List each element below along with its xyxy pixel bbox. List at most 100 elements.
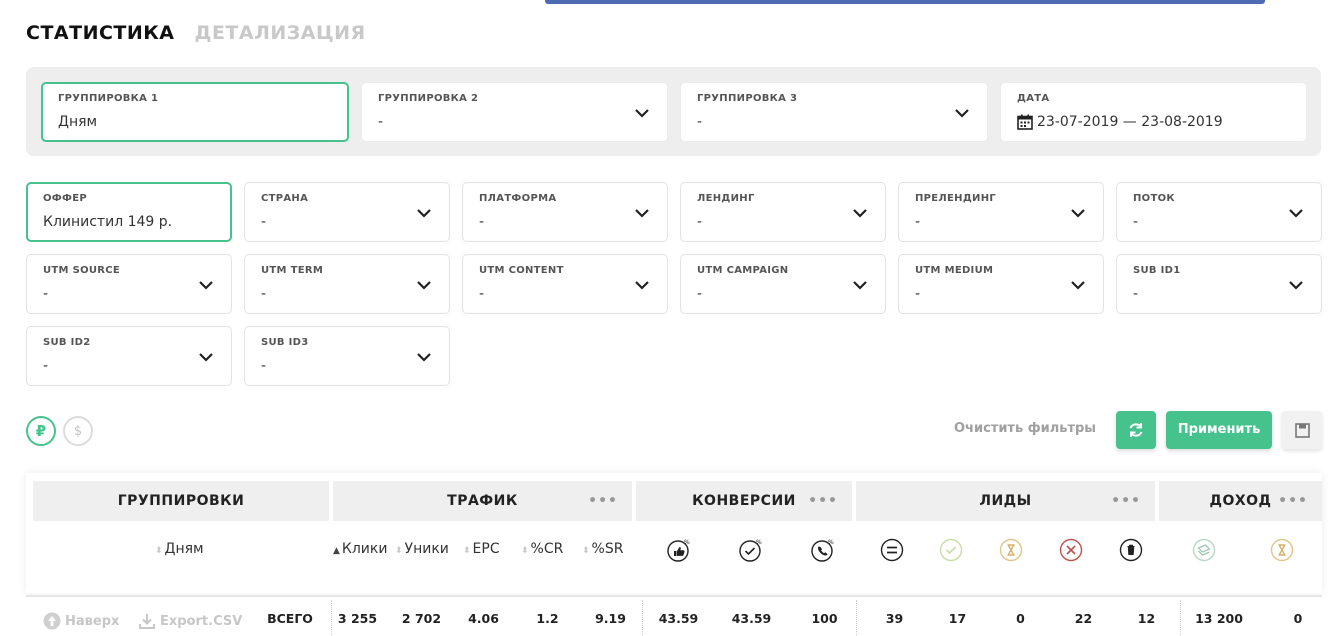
group-header-groupings: ГРУППИРОВКИ	[33, 481, 329, 521]
total-income-pending: 0	[1293, 611, 1303, 626]
date-range-picker[interactable]: ДАТА 23-07-2019 — 23-08-2019	[1000, 82, 1307, 142]
filter-platform[interactable]: ПЛАТФОРМА -	[462, 182, 668, 242]
filter-prelanding-value: -	[915, 214, 921, 230]
more-options-icon[interactable]: •••	[808, 481, 838, 521]
tab-statistics[interactable]: СТАТИСТИКА	[26, 22, 175, 44]
filter-offer[interactable]: ОФФЕР Клинистил 149 р.	[26, 182, 232, 242]
total-income: 13 200	[1195, 611, 1243, 626]
check-percent-icon[interactable]: %	[739, 538, 763, 562]
more-options-icon[interactable]: •••	[1278, 481, 1308, 521]
filter-sub-id1-label: SUB ID1	[1133, 265, 1181, 276]
column-label: %SR	[591, 541, 624, 557]
apply-button[interactable]: Применить	[1166, 411, 1272, 449]
chevron-down-icon	[417, 281, 431, 290]
date-range-text: 23-07-2019 — 23-08-2019	[1037, 114, 1223, 130]
column-separator	[1180, 600, 1181, 636]
more-options-icon[interactable]: •••	[588, 481, 618, 521]
tab-bar: СТАТИСТИКА ДЕТАЛИЗАЦИЯ	[26, 22, 366, 44]
floppy-disk-icon	[1294, 422, 1310, 438]
filter-landing[interactable]: ЛЕНДИНГ -	[680, 182, 886, 242]
filter-sub-id1-value: -	[1133, 286, 1139, 302]
total-leads: 39	[885, 611, 904, 626]
refresh-button[interactable]	[1116, 411, 1156, 449]
column-clicks[interactable]: ▲ Клики	[333, 541, 387, 557]
x-circle-icon[interactable]	[1059, 538, 1083, 562]
hourglass-icon[interactable]	[1270, 538, 1294, 562]
thumbs-up-percent-icon[interactable]: %	[667, 538, 691, 562]
chevron-down-icon	[955, 109, 969, 118]
filter-prelanding[interactable]: ПРЕЛЕНДИНГ -	[898, 182, 1104, 242]
filter-utm-term-value: -	[261, 286, 267, 302]
phone-percent-icon[interactable]: %	[811, 538, 835, 562]
column-separator	[331, 600, 332, 636]
sort-asc-icon: ▲	[333, 546, 340, 556]
download-icon	[139, 614, 155, 629]
column-epc[interactable]: ⬍ EPC	[463, 541, 500, 557]
filter-sub-id2[interactable]: SUB ID2 -	[26, 326, 232, 386]
column-label: EPC	[472, 541, 500, 557]
filter-utm-source-label: UTM SOURCE	[43, 265, 121, 276]
group-header-conversions: КОНВЕРСИИ •••	[636, 481, 852, 521]
column-uniques[interactable]: ⬍ Уники	[395, 541, 449, 557]
total-epc: 4.06	[468, 611, 499, 626]
filter-utm-medium[interactable]: UTM MEDIUM -	[898, 254, 1104, 314]
column-days[interactable]: ⬍ Дням	[155, 541, 204, 557]
hourglass-icon[interactable]	[999, 538, 1023, 562]
scroll-top-label: Наверх	[65, 613, 120, 629]
currency-usd-toggle[interactable]: $	[63, 416, 93, 446]
grouping-2-select[interactable]: ГРУППИРОВКА 2 -	[361, 82, 668, 142]
svg-text:%: %	[828, 539, 834, 546]
date-label: ДАТА	[1017, 93, 1050, 104]
filter-utm-term[interactable]: UTM TERM -	[244, 254, 450, 314]
clear-filters-link[interactable]: Очистить фильтры	[954, 421, 1096, 436]
chevron-down-icon	[1289, 209, 1303, 218]
chevron-down-icon	[417, 209, 431, 218]
more-options-icon[interactable]: •••	[1111, 481, 1141, 521]
filter-utm-source[interactable]: UTM SOURCE -	[26, 254, 232, 314]
save-button[interactable]	[1282, 411, 1322, 449]
money-icon[interactable]	[1192, 538, 1216, 562]
filter-landing-value: -	[697, 214, 703, 230]
filter-sub-id3-value: -	[261, 358, 267, 374]
trash-circle-icon[interactable]	[1119, 538, 1143, 562]
group-header-label: ЛИДЫ	[979, 493, 1032, 509]
chevron-down-icon	[1071, 209, 1085, 218]
chevron-down-icon	[853, 209, 867, 218]
grouping-1-value: Дням	[58, 114, 98, 130]
filter-utm-term-label: UTM TERM	[261, 265, 324, 276]
filter-utm-campaign[interactable]: UTM CAMPAIGN -	[680, 254, 886, 314]
equals-circle-icon[interactable]	[880, 538, 904, 562]
currency-rub-toggle[interactable]: ₽	[26, 416, 56, 446]
group-header-label: ДОХОД	[1209, 493, 1272, 509]
group-header-traffic: ТРАФИК •••	[333, 481, 632, 521]
refresh-icon	[1129, 423, 1143, 437]
svg-text:%: %	[684, 539, 690, 546]
column-cr[interactable]: ⬍ %CR	[521, 541, 563, 557]
filter-sub-id1[interactable]: SUB ID1 -	[1116, 254, 1322, 314]
export-csv-link[interactable]: Export.CSV	[138, 612, 242, 630]
filter-platform-value: -	[479, 214, 485, 230]
filter-sub-id3[interactable]: SUB ID3 -	[244, 326, 450, 386]
check-circle-icon[interactable]	[939, 538, 963, 562]
grouping-3-select[interactable]: ГРУППИРОВКА 3 -	[680, 82, 988, 142]
total-pending: 0	[1016, 611, 1025, 626]
sort-icon: ⬍	[463, 546, 471, 556]
grouping-3-value: -	[697, 114, 703, 130]
column-sr[interactable]: ⬍ %SR	[582, 541, 623, 557]
filter-country[interactable]: СТРАНА -	[244, 182, 450, 242]
group-header-label: ТРАФИК	[447, 493, 518, 509]
filter-utm-campaign-value: -	[697, 286, 703, 302]
scroll-top-link[interactable]: Наверх	[43, 612, 119, 630]
filter-stream[interactable]: ПОТОК -	[1116, 182, 1322, 242]
column-label: %CR	[530, 541, 564, 557]
filter-prelanding-label: ПРЕЛЕНДИНГ	[915, 193, 997, 204]
filter-utm-source-value: -	[43, 286, 49, 302]
total-label: ВСЕГО	[267, 611, 313, 626]
grouping-1-label: ГРУППИРОВКА 1	[58, 93, 159, 104]
tab-details[interactable]: ДЕТАЛИЗАЦИЯ	[195, 22, 366, 44]
grouping-1-select[interactable]: ГРУППИРОВКА 1 Дням	[41, 82, 349, 142]
filter-utm-content[interactable]: UTM CONTENT -	[462, 254, 668, 314]
filter-sub-id3-label: SUB ID3	[261, 337, 309, 348]
column-label: Уники	[404, 541, 449, 557]
filter-country-value: -	[261, 214, 267, 230]
